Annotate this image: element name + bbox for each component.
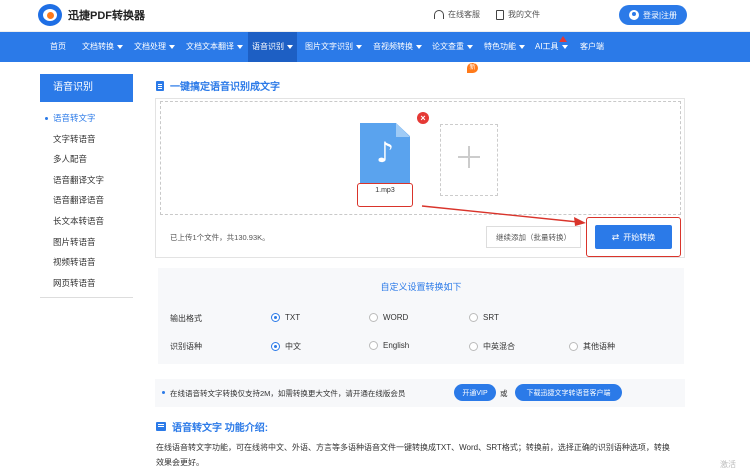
nav-item-image-ocr[interactable]: 图片文字识别 xyxy=(305,32,362,62)
sidebar-item-text-to-speech[interactable]: 文字转语音 xyxy=(40,129,133,150)
top-links: 在线客服 我的文件 xyxy=(434,9,540,20)
watermark: 激活 xyxy=(720,460,736,469)
radio-checked-icon xyxy=(271,313,280,322)
nav-item-av-convert[interactable]: 音视频转换 xyxy=(373,32,422,62)
sidebar-item-webpage-to-speech[interactable]: 网页转语音 xyxy=(40,273,133,294)
login-register-label: 登录|注册 xyxy=(642,10,678,20)
nav-item-doc-convert[interactable]: 文档转换 xyxy=(82,32,123,62)
chevron-down-icon xyxy=(416,44,422,49)
language-option-chinese[interactable]: 中文 xyxy=(271,341,301,352)
plus-icon xyxy=(456,144,482,170)
swap-icon: ⇄ xyxy=(611,231,620,242)
sidebar-item-long-text-to-speech[interactable]: 长文本转语音 xyxy=(40,211,133,232)
file-highlight-box xyxy=(357,183,413,207)
nav-item-features[interactable]: 特色功能 xyxy=(484,32,525,62)
radio-checked-icon xyxy=(271,342,280,351)
user-icon xyxy=(628,10,639,20)
language-option-mixed[interactable]: 中英混合 xyxy=(469,341,515,352)
my-files-link[interactable]: 我的文件 xyxy=(496,9,540,20)
chevron-down-icon xyxy=(519,44,525,49)
sidebar-item-speech-translate-speech[interactable]: 语音翻译语音 xyxy=(40,190,133,211)
book-icon xyxy=(156,422,166,431)
nav-item-speech-recognition[interactable]: 语音识别 xyxy=(248,32,297,62)
chevron-down-icon xyxy=(237,44,243,49)
chevron-down-icon xyxy=(467,44,473,49)
top-bar: 迅捷PDF转换器 在线客服 我的文件 登录|注册 xyxy=(0,0,750,32)
or-text: 或 xyxy=(500,389,508,398)
output-format-label: 输出格式 xyxy=(170,314,202,323)
settings-title: 自定义设置转换如下 xyxy=(380,282,462,292)
sidebar-item-video-to-speech[interactable]: 视频转语音 xyxy=(40,252,133,273)
chevron-down-icon xyxy=(117,44,123,49)
headset-icon xyxy=(434,10,444,19)
section-title: 一键搞定语音识别成文字 xyxy=(156,78,280,93)
nav-item-client[interactable]: 客户端 xyxy=(580,32,604,62)
chevron-down-icon xyxy=(561,44,568,49)
new-badge: 新 xyxy=(467,63,478,73)
nav-item-doc-translate[interactable]: 文档文本翻译 xyxy=(186,32,243,62)
file-icon xyxy=(496,9,504,20)
continue-add-button[interactable]: 继续添加（批量转换） xyxy=(486,226,581,248)
sidebar-item-multi-dubbing[interactable]: 多人配音 xyxy=(40,149,133,170)
intro-body: 在线语音转文字功能，可在线将中文、外语、方言等多语种语音文件一键转换成TXT、W… xyxy=(156,443,670,467)
notice-bar: 在线语音转文字转换仅支持2M，如需转换更大文件，请开通在线版会员 开通VIP 或… xyxy=(155,379,685,407)
nav-item-doc-process[interactable]: 文档处理 xyxy=(134,32,175,62)
sidebar-divider xyxy=(40,297,133,298)
music-note-icon: ♪ xyxy=(376,136,394,169)
logo-text: 迅捷PDF转换器 xyxy=(68,10,145,22)
document-icon xyxy=(156,80,164,91)
intro-title: 语音转文字 功能介绍: xyxy=(156,419,268,434)
bullet-dot xyxy=(162,391,165,394)
notice-text: 在线语音转文字转换仅支持2M，如需转换更大文件，请开通在线版会员 xyxy=(170,389,406,398)
uploaded-info: 已上传1个文件，共130.93K。 xyxy=(170,233,270,242)
radio-icon xyxy=(469,342,478,351)
language-option-english[interactable]: English xyxy=(369,341,409,350)
start-convert-label: 开始转换 xyxy=(623,232,656,242)
intro-title-text: 语音转文字 功能介绍: xyxy=(172,423,269,434)
logo-icon xyxy=(38,4,62,26)
annotation-arrow xyxy=(421,205,586,226)
open-vip-button[interactable]: 开通VIP xyxy=(454,384,496,401)
sidebar-item-image-to-speech[interactable]: 图片转语音 xyxy=(40,232,133,253)
sidebar-item-speech-to-text[interactable]: 语音转文字 xyxy=(40,108,133,129)
output-option-word[interactable]: WORD xyxy=(369,313,408,322)
nav-item-home[interactable]: 首页 xyxy=(50,32,66,62)
radio-icon xyxy=(369,313,378,322)
output-option-txt[interactable]: TXT xyxy=(271,313,300,322)
sidebar-item-speech-translate-text[interactable]: 语音翻译文字 xyxy=(40,170,133,191)
customer-service-link[interactable]: 在线客服 xyxy=(434,9,480,20)
chevron-down-icon xyxy=(356,44,362,49)
download-client-button[interactable]: 下载迅捷文字转语音客户端 xyxy=(515,384,622,401)
logo[interactable]: 迅捷PDF转换器 xyxy=(38,4,145,26)
remove-file-icon[interactable]: × xyxy=(417,112,429,124)
customer-service-label: 在线客服 xyxy=(448,10,480,19)
sidebar: 语音转文字 文字转语音 多人配音 语音翻译文字 语音翻译语音 长文本转语音 图片… xyxy=(40,108,133,293)
sidebar-title: 语音识别 xyxy=(40,74,133,102)
settings-panel: 自定义设置转换如下 输出格式 TXT WORD SRT 识别语种 中文 Engl… xyxy=(158,268,684,364)
main-nav: 首页 文档转换 文档处理 文档文本翻译 语音识别 图片文字识别 音视频转换 论文… xyxy=(0,32,750,73)
radio-icon xyxy=(569,342,578,351)
hot-triangle-icon xyxy=(559,36,567,42)
language-label: 识别语种 xyxy=(170,342,202,351)
radio-icon xyxy=(469,313,478,322)
nav-item-plagiarism-check[interactable]: 论文查重 xyxy=(432,32,473,62)
section-title-text: 一键搞定语音识别成文字 xyxy=(170,82,280,93)
login-register-button[interactable]: 登录|注册 xyxy=(619,5,687,25)
language-option-other[interactable]: 其他语种 xyxy=(569,341,615,352)
my-files-label: 我的文件 xyxy=(508,10,540,19)
radio-icon xyxy=(369,341,378,350)
output-option-srt[interactable]: SRT xyxy=(469,313,499,322)
chevron-down-icon xyxy=(287,44,293,49)
chevron-down-icon xyxy=(169,44,175,49)
start-convert-button[interactable]: ⇄ 开始转换 xyxy=(595,225,672,249)
